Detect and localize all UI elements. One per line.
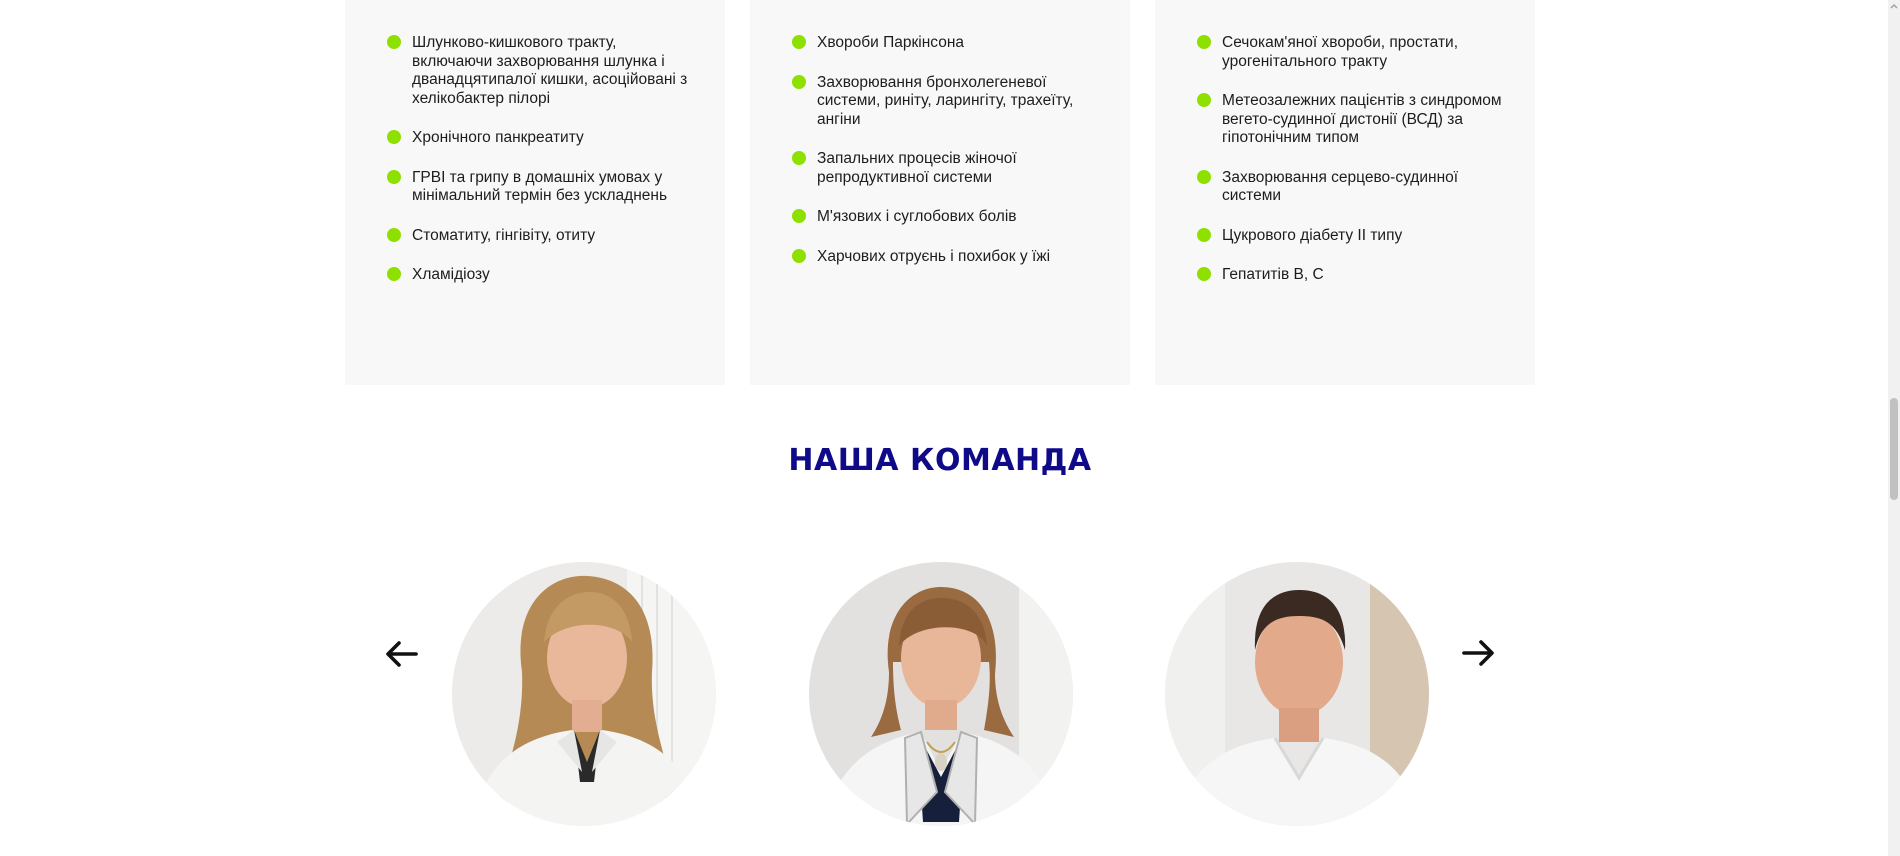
list-item: Цукрового діабету ІІ типу [1197, 227, 1505, 246]
list-item-text: Метеозалежних пацієнтів з синдромом веге… [1222, 92, 1502, 146]
bullet-dot-icon [792, 151, 806, 165]
list-item-text: Стоматиту, гінгівіту, отиту [412, 226, 596, 244]
indications-list-3: Сечокам'яної хвороби, простати, урогеніт… [1155, 0, 1535, 285]
indications-list-1: Шлунково-кишкового тракту, включаючи зах… [345, 0, 725, 285]
list-item: Запальних процесів жіночої репродуктивно… [792, 150, 1100, 187]
bullet-dot-icon [1197, 227, 1211, 242]
carousel-next-button[interactable] [1460, 635, 1496, 671]
list-item: Шлунково-кишкового тракту, включаючи зах… [387, 34, 695, 108]
list-item: Стоматиту, гінгівіту, отиту [387, 227, 695, 246]
list-item: Харчових отруєнь і похибок у їжі [792, 248, 1100, 267]
team-member-photo-2[interactable] [809, 562, 1073, 826]
list-item: Хронічного панкреатиту [387, 129, 695, 148]
list-item: Захворювання серцево-судинної системи [1197, 169, 1505, 206]
list-item: Гепатитів В, С [1197, 266, 1505, 285]
indications-list-2: Хвороби Паркінсона Захворювання бронхоле… [750, 0, 1130, 266]
bullet-dot-icon [792, 209, 806, 223]
bullet-dot-icon [1197, 93, 1211, 107]
scroll-up-icon[interactable] [1888, 0, 1900, 12]
indications-card-1: Шлунково-кишкового тракту, включаючи зах… [345, 0, 725, 385]
team-section-title: НАША КОМАНДА [788, 443, 1092, 478]
list-item-text: Хвороби Паркінсона [817, 34, 964, 51]
list-item: Метеозалежних пацієнтів з синдромом веге… [1197, 92, 1505, 148]
arrow-right-icon [1462, 640, 1494, 666]
list-item-text: Цукрового діабету ІІ типу [1222, 226, 1403, 244]
bullet-dot-icon [792, 248, 806, 263]
bullet-dot-icon [387, 227, 401, 242]
page: Шлунково-кишкового тракту, включаючи зах… [0, 0, 1900, 856]
list-item-text: Захворювання бронхолегеневої системи, ри… [817, 73, 1074, 128]
bullet-dot-icon [387, 267, 401, 281]
list-item-text: Харчових отруєнь і похибок у їжі [817, 247, 1051, 265]
list-item-text: Запальних процесів жіночої репродуктивно… [817, 150, 1017, 186]
bullet-dot-icon [792, 35, 806, 49]
scrollbar-thumb[interactable] [1890, 398, 1898, 500]
list-item-text: Сечокам'яної хвороби, простати, урогеніт… [1222, 34, 1459, 70]
list-item-text: ГРВІ та грипу в домашніх умовах у мініма… [412, 168, 668, 205]
list-item: Сечокам'яної хвороби, простати, урогеніт… [1197, 34, 1505, 71]
doctor-portrait-image [809, 562, 1073, 826]
page-scrollbar[interactable] [1888, 0, 1900, 856]
doctor-portrait-image [1165, 562, 1429, 826]
list-item: Захворювання бронхолегеневої системи, ри… [792, 74, 1100, 130]
list-item: М'язових і суглобових болів [792, 208, 1100, 227]
indications-card-2: Хвороби Паркінсона Захворювання бронхоле… [750, 0, 1130, 385]
bullet-dot-icon [792, 74, 806, 89]
doctor-portrait-image [452, 562, 716, 826]
list-item: Хламідіозу [387, 266, 695, 285]
team-member-photo-1[interactable] [452, 562, 716, 826]
arrow-left-icon [386, 641, 418, 667]
bullet-dot-icon [387, 35, 401, 49]
carousel-prev-button[interactable] [384, 636, 420, 672]
list-item: ГРВІ та грипу в домашніх умовах у мініма… [387, 169, 695, 206]
team-member-photo-3[interactable] [1165, 562, 1429, 826]
list-item-text: Шлунково-кишкового тракту, включаючи зах… [412, 34, 688, 107]
indications-section: Шлунково-кишкового тракту, включаючи зах… [345, 0, 1535, 385]
bullet-dot-icon [387, 130, 401, 144]
bullet-dot-icon [387, 169, 401, 184]
bullet-dot-icon [1197, 267, 1211, 281]
list-item-text: Захворювання серцево-судинної системи [1222, 168, 1459, 205]
list-item-text: Гепатитів В, С [1222, 266, 1324, 283]
list-item: Хвороби Паркінсона [792, 34, 1100, 53]
bullet-dot-icon [1197, 169, 1211, 184]
indications-card-3: Сечокам'яної хвороби, простати, урогеніт… [1155, 0, 1535, 385]
list-item-text: Хламідіозу [412, 266, 490, 283]
list-item-text: М'язових і суглобових болів [817, 208, 1017, 225]
bullet-dot-icon [1197, 35, 1211, 49]
list-item-text: Хронічного панкреатиту [412, 129, 584, 146]
